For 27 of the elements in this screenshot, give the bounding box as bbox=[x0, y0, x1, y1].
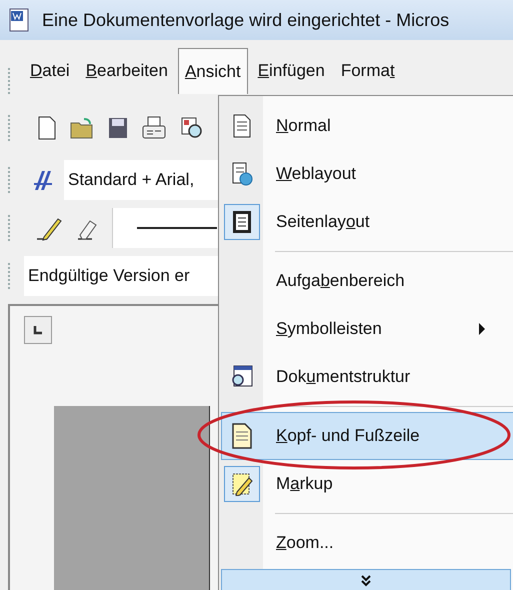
menu-item[interactable]: Datei bbox=[24, 48, 76, 94]
page-icon bbox=[231, 423, 253, 449]
pencil-note-icon bbox=[231, 472, 253, 496]
solid-line-icon bbox=[137, 227, 217, 229]
new-document-icon[interactable] bbox=[38, 116, 56, 140]
menu-entry[interactable]: Markup bbox=[221, 460, 513, 508]
printer-icon[interactable] bbox=[142, 116, 166, 140]
menu-item[interactable]: Format bbox=[334, 48, 401, 94]
tab-stop-selector[interactable] bbox=[24, 316, 52, 344]
menu-entry[interactable]: Seitenlayout bbox=[221, 198, 513, 246]
menu-entry[interactable]: Zoom... bbox=[221, 519, 513, 567]
menu-entry[interactable]: Kopf- und Fußzeile bbox=[221, 412, 513, 460]
menu-item[interactable]: Ansicht bbox=[178, 48, 248, 94]
web-page-icon bbox=[231, 162, 253, 186]
menu-item[interactable]: Bearbeiten bbox=[80, 48, 174, 94]
page-icon bbox=[232, 114, 252, 138]
menu-entry[interactable]: Normal bbox=[221, 102, 513, 150]
double-chevron-icon bbox=[361, 575, 371, 587]
page-layout-icon bbox=[232, 210, 252, 234]
left-tab-icon bbox=[33, 325, 43, 335]
magnified-document-icon bbox=[230, 365, 254, 389]
window-title: Eine Dokumentenvorlage wird eingerichtet - Micros bbox=[42, 8, 450, 32]
menu-entry[interactable]: Dokumentstruktur bbox=[221, 353, 513, 401]
folder-icon[interactable] bbox=[70, 117, 94, 139]
print-preview-icon[interactable] bbox=[180, 116, 204, 140]
menu-item[interactable]: Einfügen bbox=[252, 48, 331, 94]
menu-entry[interactable]: Symbolleisten bbox=[221, 305, 513, 353]
